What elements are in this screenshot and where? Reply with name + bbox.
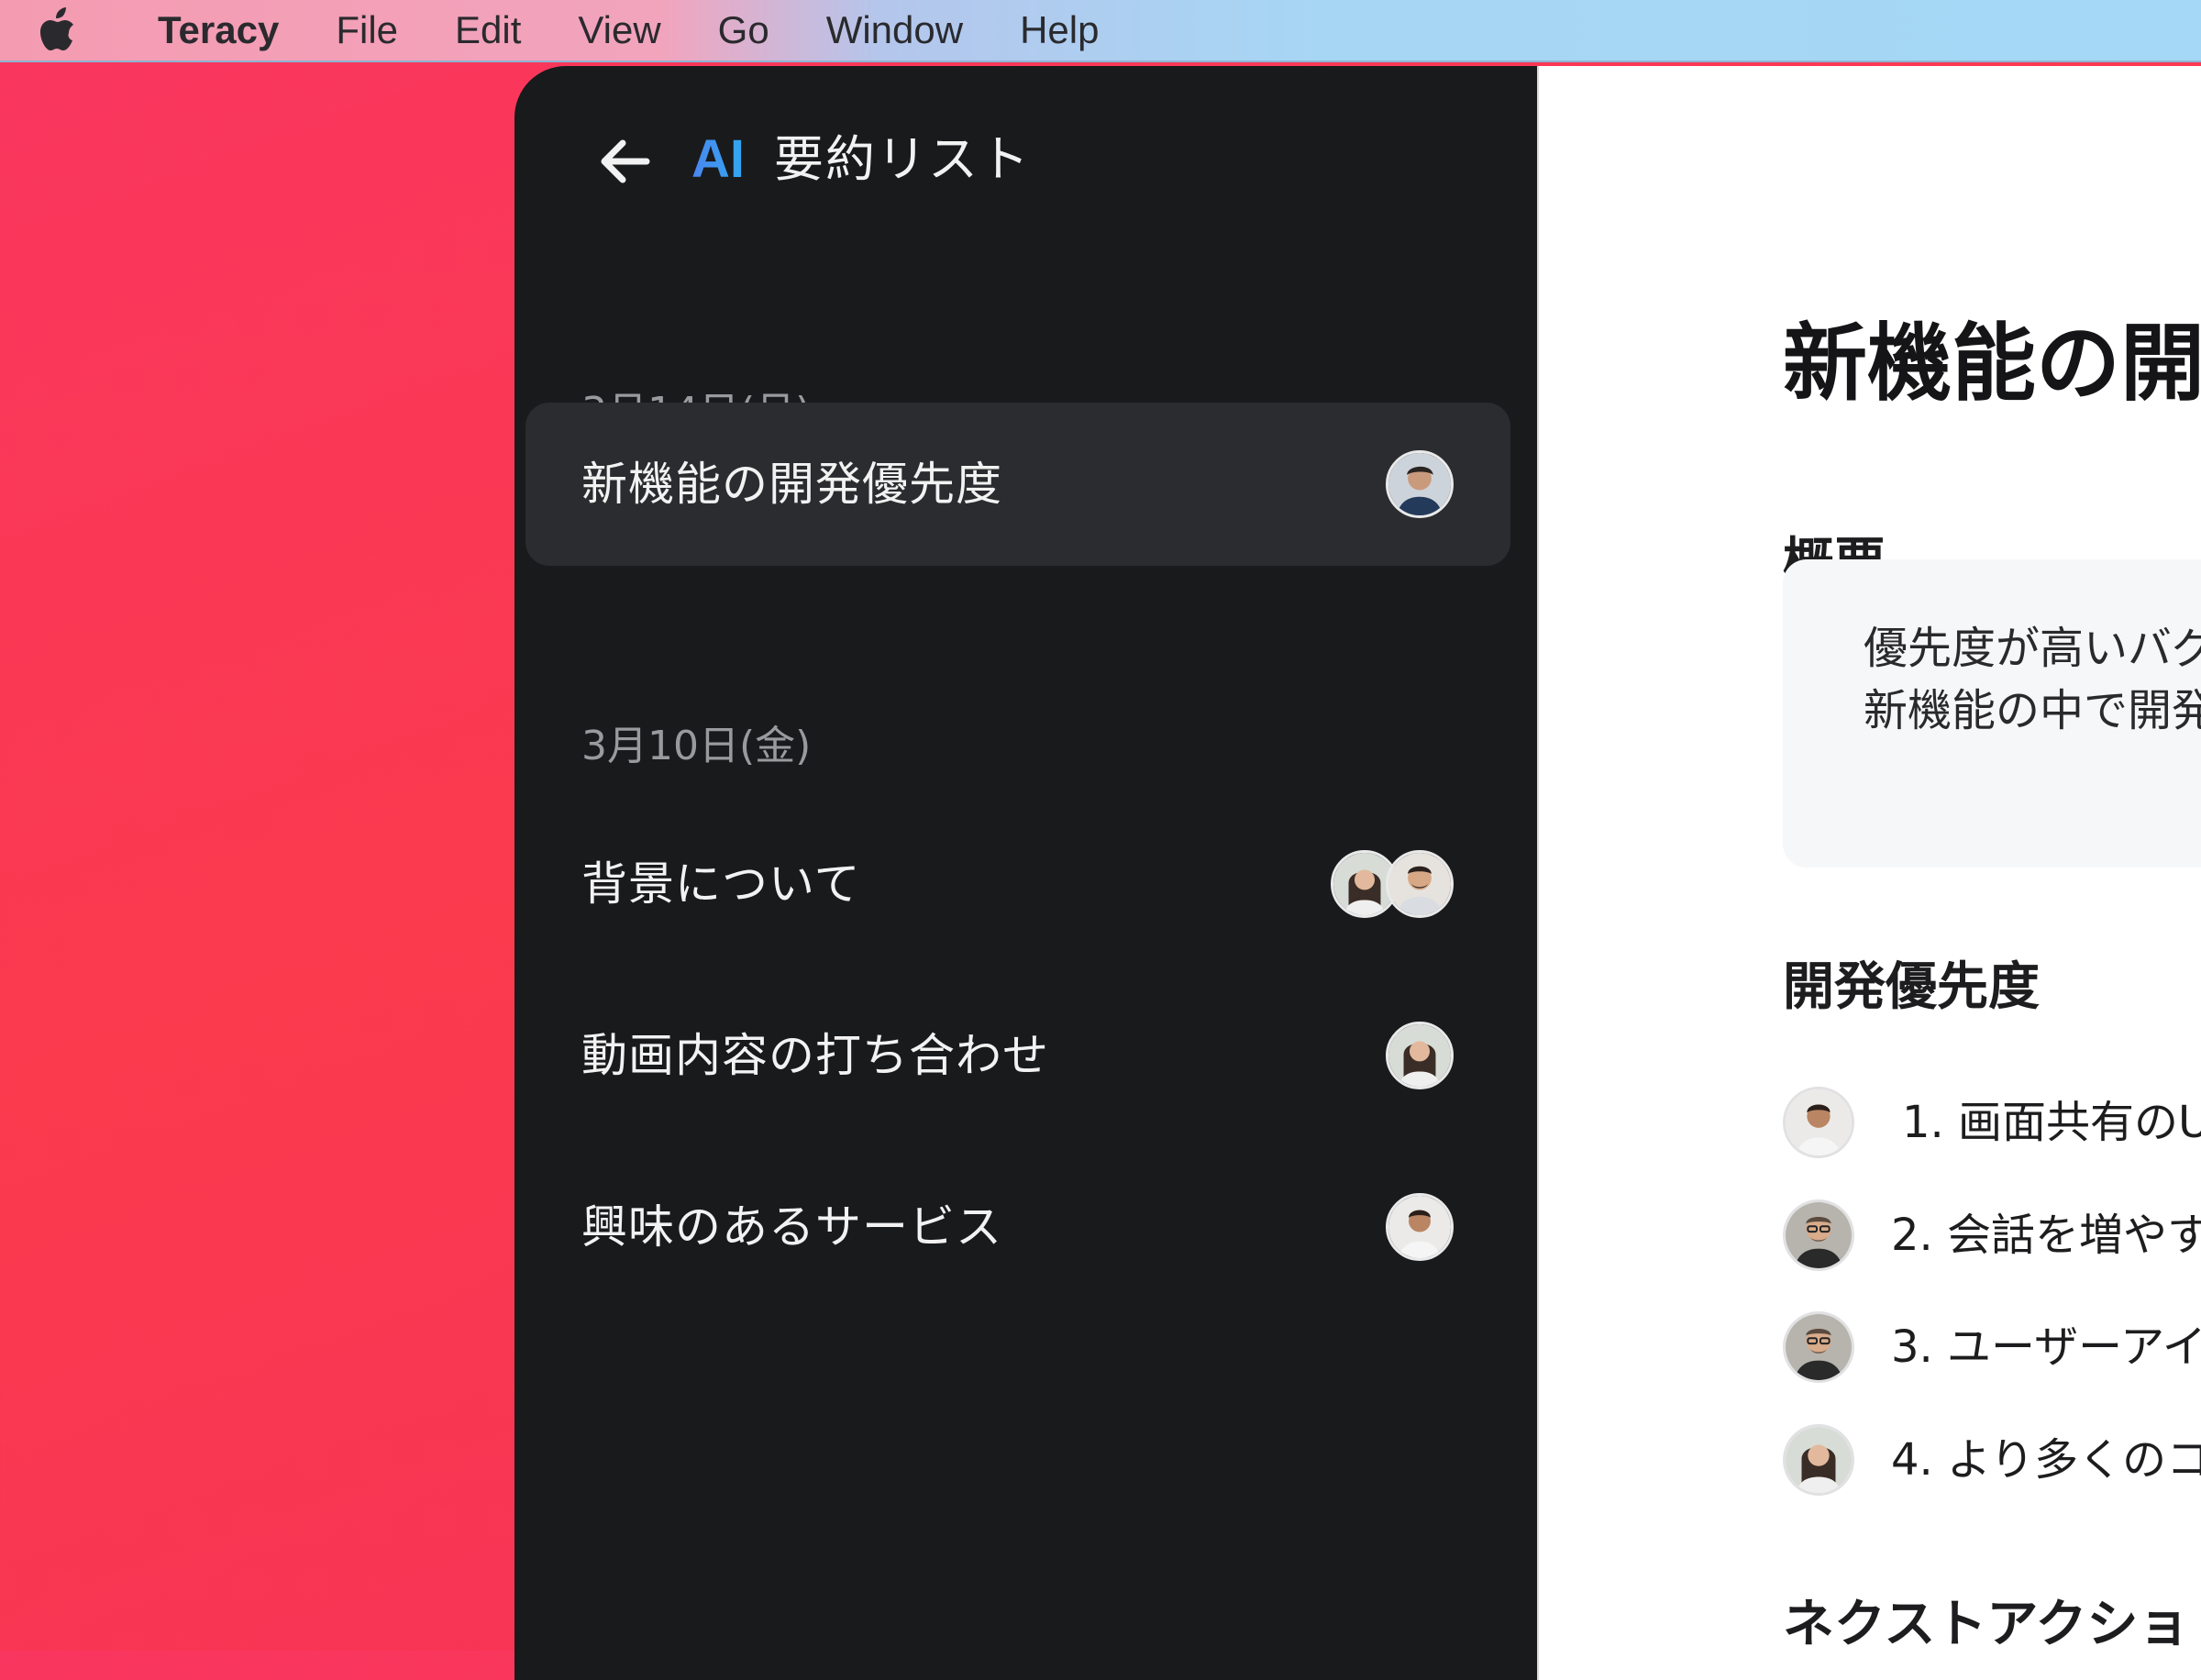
avatar [1783,1424,1854,1496]
avatar [1386,1022,1454,1089]
overview-text-line: 新機能の中で開発 [1864,685,2201,736]
page-title: 新機能の開発 [1783,315,2201,413]
panel-header: AI 要約リスト [514,66,1537,259]
menu-app-name[interactable]: Teracy [158,0,279,61]
avatar [1386,450,1454,518]
avatar [1386,850,1454,918]
summary-item-label: 背景について [581,857,861,911]
priority-text: 1. 画面共有のU [1902,1097,2201,1148]
menu-window[interactable]: Window [826,0,963,61]
priority-text: 4. より多くのコ [1891,1434,2201,1486]
priority-item[interactable]: 1. 画面共有のU [1783,1081,2201,1164]
date-label: 3月10日(金) [581,723,812,769]
priority-text: 2. 会話を増やす [1891,1210,2201,1261]
overview-box: 優先度が高いバグ 新機能の中で開発 [1783,559,2201,868]
priority-item[interactable]: 4. より多くのコ [1783,1419,2201,1501]
priority-text: 3. ユーザーアイ [1891,1321,2201,1373]
priority-heading: 開発優先度 [1783,957,2040,1017]
summary-item-label: 動画内容の打ち合わせ [581,1029,1049,1082]
summary-detail: 新機能の開発 概要 優先度が高いバグ 新機能の中で開発 開発優先度 1. 画面共… [1537,66,2201,1680]
overview-text-line: 優先度が高いバグ [1864,623,2201,674]
summary-item-interesting-service[interactable]: 興味のあるサービス [525,1145,1510,1309]
summary-item-background[interactable]: 背景について [525,802,1510,966]
menu-file[interactable]: File [336,0,398,61]
menu-edit[interactable]: Edit [455,0,521,61]
panel-title: 要約リスト [774,130,1031,188]
menu-go[interactable]: Go [718,0,769,61]
summary-list-panel: AI 要約リスト 3月14日(月) 新機能の開発優先度 3月10日(金) 背景に… [514,66,1537,1680]
ai-badge: AI [691,123,745,196]
menu-bar: Teracy File Edit View Go Window Help [0,0,2201,62]
summary-item-new-feature-priority[interactable]: 新機能の開発優先度 [525,403,1510,566]
menu-view[interactable]: View [578,0,660,61]
avatar [1783,1199,1854,1271]
menu-help[interactable]: Help [1020,0,1099,61]
avatar [1783,1087,1854,1158]
apple-logo-icon[interactable] [35,6,83,57]
summary-item-label: 興味のあるサービス [581,1200,1002,1254]
next-action-heading: ネクストアクショ [1783,1595,2190,1654]
avatar [1783,1311,1854,1383]
avatar [1386,1193,1454,1261]
back-arrow-icon[interactable] [599,138,650,185]
summary-item-label: 新機能の開発優先度 [581,458,1002,511]
priority-item[interactable]: 2. 会話を増やす [1783,1194,2201,1277]
summary-item-video-meeting[interactable]: 動画内容の打ち合わせ [525,974,1510,1137]
priority-item[interactable]: 3. ユーザーアイ [1783,1306,2201,1388]
